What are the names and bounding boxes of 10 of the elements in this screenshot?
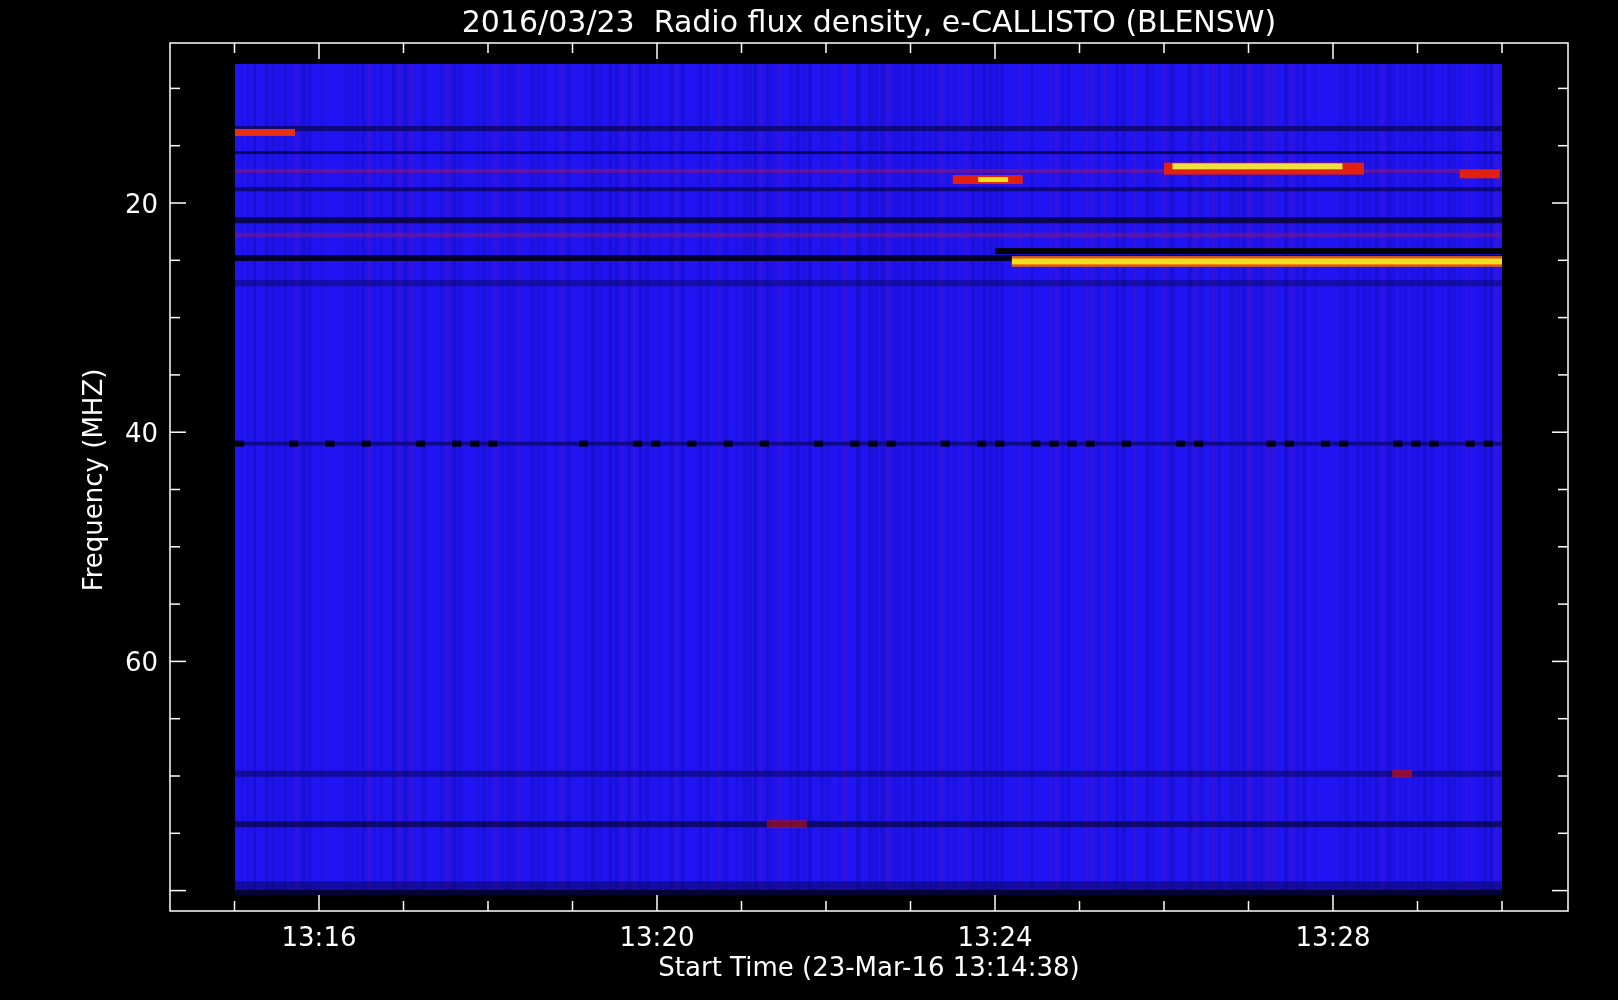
tick-label: 13:16: [281, 922, 357, 952]
tick-label: 13:28: [1295, 922, 1371, 952]
tick-label: 13:20: [619, 922, 695, 952]
axis-title: Frequency (MHZ): [78, 368, 108, 592]
tick-label: 20: [124, 189, 158, 219]
tick-label: 40: [124, 418, 158, 449]
tick-label: 13:24: [957, 922, 1033, 952]
tick-label: 60: [124, 647, 158, 678]
chart-title: 2016/03/23 Radio flux density, e-CALLISTO (BLENSW): [461, 4, 1277, 39]
axis-title: Start Time (23-Mar-16 13:14:38): [658, 952, 1080, 982]
